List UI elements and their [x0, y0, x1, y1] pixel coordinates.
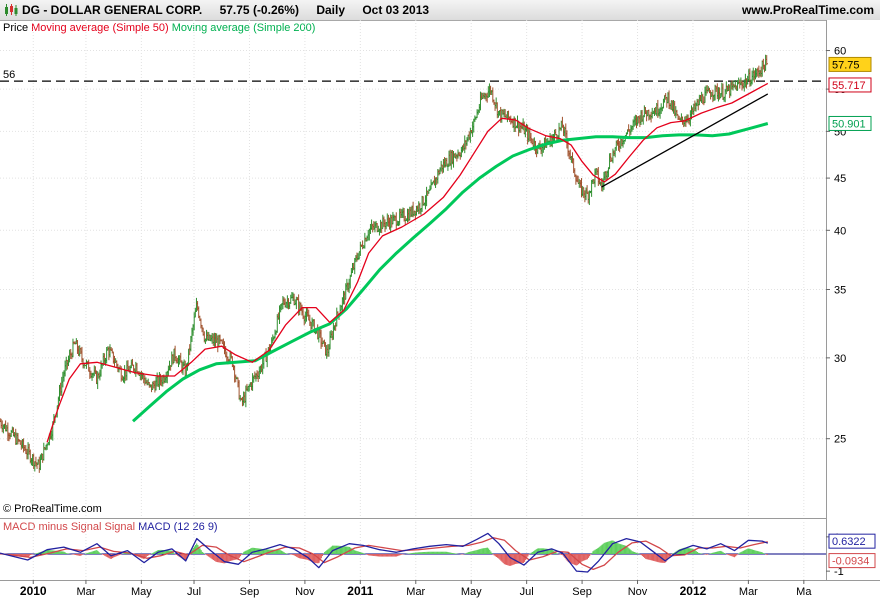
time-tick-label: Sep	[572, 586, 592, 598]
time-tick-label: Jul	[520, 586, 534, 598]
macd-panel	[0, 532, 826, 573]
time-tick-label: 2011	[347, 584, 373, 598]
price-tick-label: 30	[834, 353, 846, 365]
time-tick-label: May	[461, 586, 482, 598]
time-tick-label: Mar	[76, 586, 95, 598]
sma200-last-value-label: 50.901	[832, 118, 866, 130]
price-tick-label: 25	[834, 434, 846, 446]
time-tick-label: Ma	[796, 586, 812, 598]
macd-hist-last-value-label: -0.0934	[832, 556, 869, 568]
support-trendline	[601, 93, 769, 188]
time-tick-label: May	[131, 586, 152, 598]
time-tick-label: Jul	[187, 586, 201, 598]
time-tick-label: 2012	[680, 584, 707, 598]
time-tick-label: Sep	[240, 586, 260, 598]
time-tick-label: Nov	[295, 586, 315, 598]
price-panel: 56	[0, 54, 826, 473]
price-tick-label: 35	[834, 285, 846, 297]
time-tick-label: Mar	[739, 586, 758, 598]
sma200-line	[131, 122, 769, 423]
resistance-label: 56	[3, 69, 15, 81]
time-tick-label: Nov	[628, 586, 648, 598]
macd-last-value-label: 0.6322	[832, 536, 866, 548]
price-last-value-label: 57.75	[832, 59, 860, 71]
price-tick-label: 45	[834, 173, 846, 185]
grid-layer	[0, 20, 826, 580]
time-tick-label: Mar	[406, 586, 425, 598]
price-tick-label: 60	[834, 46, 846, 58]
macd-line	[0, 532, 769, 573]
price-tick-label: 40	[834, 225, 846, 237]
y-axis-area	[826, 20, 880, 600]
chart-canvas[interactable]: 56 25303540455055602010MarMayJulSepNov20…	[0, 0, 880, 600]
sma50-last-value-label: 55.717	[832, 80, 866, 92]
time-tick-label: 2010	[20, 584, 47, 598]
